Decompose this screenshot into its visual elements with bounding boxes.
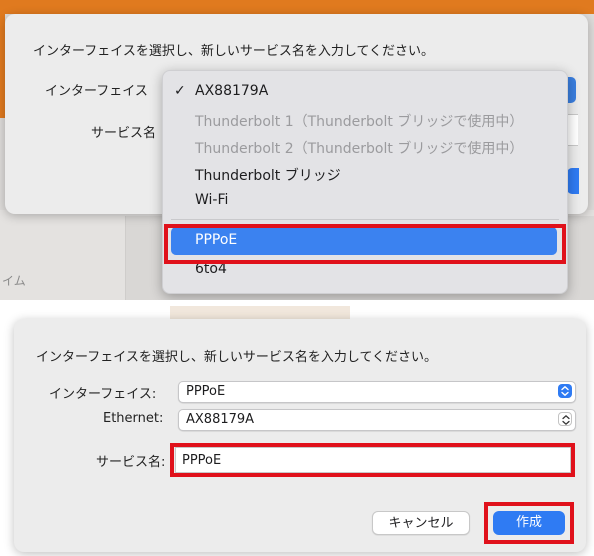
top-screenshot: イム インターフェイスを選択し、新しいサービス名を入力してください。 インターフ… (0, 0, 594, 300)
chevron-up-down-icon (558, 384, 572, 398)
highlight-box-service-name (170, 443, 575, 477)
menu-item-thunderbolt-1: Thunderbolt 1（Thunderbolt ブリッジで使用中） (195, 114, 524, 130)
new-service-dialog-filled: インターフェイスを選択し、新しいサービス名を入力してください。 インターフェイス… (14, 319, 586, 552)
chevron-up-down-icon (558, 412, 572, 426)
background-text: イム (2, 274, 26, 288)
interface-value: PPPoE (186, 384, 226, 399)
ethernet-popup-button[interactable]: AX88179A (178, 409, 576, 431)
interface-popup-button[interactable]: PPPoE (178, 381, 576, 403)
menu-item-thunderbolt-bridge[interactable]: Thunderbolt ブリッジ (195, 165, 341, 185)
ethernet-value: AX88179A (186, 412, 255, 427)
interface-label: インターフェイス (45, 84, 148, 99)
checkmark-icon: ✓ (174, 83, 186, 99)
service-name-field[interactable] (567, 114, 578, 146)
bottom-screenshot: インターフェイスを選択し、新しいサービス名を入力してください。 インターフェイス… (0, 306, 594, 556)
menu-item-wifi[interactable]: Wi-Fi (195, 192, 228, 208)
service-name-label: サービス名 (91, 126, 157, 141)
ethernet-label: Ethernet: (103, 411, 164, 426)
dialog-prompt: インターフェイスを選択し、新しいサービス名を入力してください。 (36, 350, 438, 365)
menu-item-thunderbolt-2: Thunderbolt 2（Thunderbolt ブリッジで使用中） (195, 141, 524, 157)
cancel-button[interactable]: キャンセル (372, 511, 470, 535)
dialog-prompt: インターフェイスを選択し、新しいサービス名を入力してください。 (33, 44, 435, 59)
menu-item-ax88179a[interactable]: AX88179A (195, 83, 268, 99)
interface-label: インターフェイス: (49, 387, 157, 402)
create-button[interactable] (567, 168, 579, 194)
highlight-box-create (484, 502, 574, 544)
service-name-label: サービス名: (96, 455, 166, 470)
window-frame-edge (0, 0, 594, 14)
highlight-box-pppoe-menu (164, 224, 566, 264)
menu-separator (171, 219, 559, 220)
